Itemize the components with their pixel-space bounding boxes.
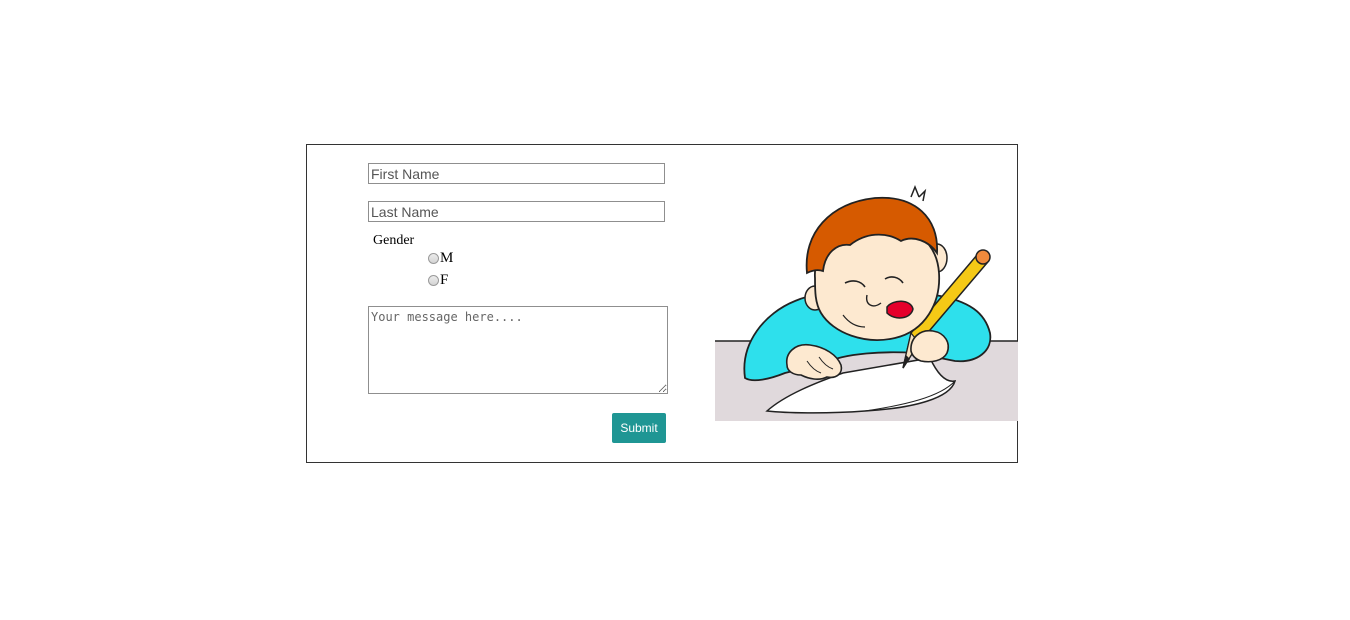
gender-f-label: F xyxy=(440,272,449,288)
tongue xyxy=(886,300,914,319)
gender-option-f[interactable]: F xyxy=(428,271,448,289)
right-hand xyxy=(910,329,949,363)
first-name-input[interactable] xyxy=(368,163,665,184)
boy-writing-illustration xyxy=(715,184,1018,421)
gender-m-radio[interactable] xyxy=(428,252,439,264)
gender-label: Gender xyxy=(373,233,415,248)
boy-head xyxy=(804,184,948,341)
last-name-input[interactable] xyxy=(368,201,665,222)
form-card: Gender M F Submit xyxy=(306,144,1018,463)
message-textarea[interactable] xyxy=(368,306,668,394)
gender-m-label: M xyxy=(440,250,454,266)
gender-option-m[interactable]: M xyxy=(428,249,453,267)
gender-f-radio[interactable] xyxy=(428,274,439,286)
submit-button[interactable]: Submit xyxy=(612,413,666,443)
